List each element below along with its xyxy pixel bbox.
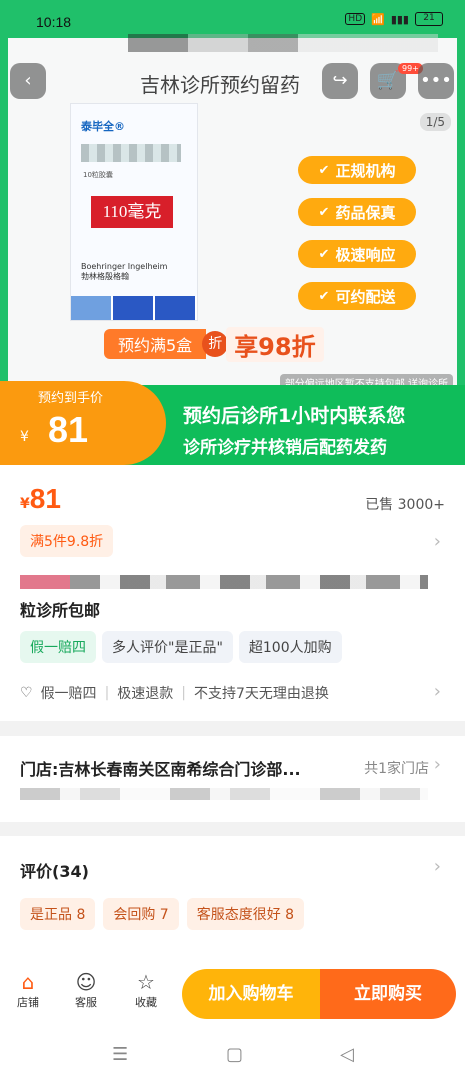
more-icon: •••: [420, 70, 452, 91]
reviews-card[interactable]: 评价(34) › 是正品 8 会回购 7 客服态度很好 8: [0, 836, 465, 966]
blurred-drug-name: [81, 144, 181, 162]
shop-icon: ⌂: [21, 970, 35, 994]
check-icon: ✔: [318, 162, 330, 178]
store-count: 共1家门店: [364, 761, 429, 777]
service-button[interactable]: ☺ 客服: [66, 970, 106, 1010]
gallery-pager: 1/5: [419, 113, 451, 131]
chat-icon: ☺: [75, 970, 97, 994]
blurred-header: [128, 34, 438, 52]
check-icon: ✔: [318, 288, 330, 304]
banner-price: 81: [48, 409, 89, 450]
reviews-title: 评价(34): [20, 862, 89, 881]
blurred-title: [20, 575, 428, 589]
coupon-badge[interactable]: 满5件9.8折: [20, 525, 114, 557]
buy-now-button[interactable]: 立即购买: [320, 969, 456, 1019]
page-title: 吉林诊所预约留药: [140, 73, 300, 97]
dose-label: 110毫克: [91, 196, 173, 228]
more-button[interactable]: •••: [418, 63, 454, 99]
menu-icon[interactable]: ☰: [112, 1044, 128, 1065]
share-button[interactable]: ↪: [322, 63, 358, 99]
pack-text: 10粒胶囊: [83, 171, 113, 179]
back-icon[interactable]: ◁: [340, 1044, 354, 1065]
review-tag[interactable]: 会回购 7: [103, 898, 179, 930]
blurred-address: [20, 788, 428, 800]
system-nav-bar: ☰ ▢ ◁: [0, 1030, 465, 1086]
pill: 多人评价"是正品": [102, 631, 233, 663]
top-nav: ‹ 吉林诊所预约留药 ↪ 🛒 99+ •••: [10, 63, 455, 99]
shop-button[interactable]: ⌂ 店铺: [8, 970, 48, 1010]
add-to-cart-button[interactable]: 加入购物车: [182, 969, 320, 1019]
feature-tags: ✔ 正规机构 ✔ 药品保真 ✔ 极速响应 ✔ 可约配送: [298, 156, 416, 324]
sold-count: 已售 3000+: [365, 497, 445, 513]
check-icon: ✔: [318, 204, 330, 220]
review-tag[interactable]: 客服态度很好 8: [186, 898, 305, 930]
promo-right: 享98折: [226, 326, 324, 362]
store-name: 门店:吉林长春南关区南希综合门诊部...: [20, 760, 301, 779]
medicine-box-image: 泰毕全® 10粒胶囊 110毫克 Boehringer Ingelheim 勃林…: [70, 103, 198, 321]
banner-line2: 诊所诊疗并核销后配药发药: [183, 438, 387, 458]
banner-line1: 预约后诊所1小时内联系您: [183, 405, 406, 427]
price-label: 预约到手价: [38, 391, 104, 406]
review-tag[interactable]: 是正品 8: [20, 898, 96, 930]
back-button[interactable]: ‹: [10, 63, 46, 99]
feature-tag: ✔ 药品保真: [298, 198, 416, 226]
product-info-card: ¥81 已售 3000+ 满5件9.8折 › 粒诊所包邮 假一赔四 多人评价"是…: [0, 465, 465, 721]
battery-icon: 21: [415, 12, 443, 26]
feature-tag: ✔ 可约配送: [298, 282, 416, 310]
product-title: 粒诊所包邮: [20, 601, 101, 620]
status-icons: HD 📶 ▮▮▮ 21: [345, 12, 443, 26]
wifi-icon: 📶: [371, 12, 385, 26]
star-icon: ☆: [137, 970, 155, 994]
home-icon[interactable]: ▢: [226, 1044, 243, 1065]
maker-logo: Boehringer Ingelheim 勃林格殷格翰: [81, 262, 168, 281]
box-stripes: [71, 296, 197, 320]
price-banner: 预约到手价 ¥ 81 预约后诊所1小时内联系您 诊所诊疗并核销后配药发药: [0, 381, 465, 465]
feature-tag: ✔ 极速响应: [298, 240, 416, 268]
guarantee-row[interactable]: ♡ 假一赔四 | 极速退款 | 不支持7天无理由退换: [20, 683, 329, 703]
chevron-right-icon[interactable]: ›: [434, 681, 441, 702]
promo-mid: 折: [202, 331, 229, 357]
bottom-action-bar: ⌂ 店铺 ☺ 客服 ☆ 收藏 加入购物车 立即购买: [0, 960, 465, 1030]
pill: 超100人加购: [238, 631, 342, 663]
status-bar: 10:18 HD 📶 ▮▮▮ 21: [0, 0, 465, 38]
product-price: ¥81: [20, 483, 61, 514]
check-icon: ✔: [318, 246, 330, 262]
highlight-pills: 假一赔四 多人评价"是正品" 超100人加购: [20, 631, 342, 663]
chevron-left-icon: ‹: [24, 70, 32, 91]
store-card[interactable]: 门店:吉林长春南关区南希综合门诊部... 共1家门店 ›: [0, 736, 465, 822]
share-icon: ↪: [332, 70, 348, 91]
price-currency: ¥: [20, 429, 29, 445]
brand-logo: 泰毕全®: [81, 120, 125, 133]
review-tags: 是正品 8 会回购 7 客服态度很好 8: [20, 898, 305, 930]
signal-icon: ▮▮▮: [390, 12, 409, 26]
heart-icon: ♡: [20, 685, 33, 701]
chevron-right-icon[interactable]: ›: [434, 856, 441, 877]
favorite-button[interactable]: ☆ 收藏: [126, 970, 166, 1010]
chevron-right-icon[interactable]: ›: [434, 754, 441, 775]
promo-strip: 预约满5盒 折 享98折: [104, 326, 324, 362]
hd-icon: HD: [345, 13, 366, 25]
feature-tag: ✔ 正规机构: [298, 156, 416, 184]
chevron-right-icon[interactable]: ›: [434, 531, 441, 552]
status-time: 10:18: [36, 14, 72, 30]
hero-area: 10:18 HD 📶 ▮▮▮ 21 ‹ 吉林诊所预约留药 ↪ 🛒 99+ •••…: [0, 0, 465, 391]
promo-left: 预约满5盒: [104, 329, 207, 359]
price-badge: 预约到手价 ¥ 81: [0, 381, 166, 465]
cart-icon: 🛒: [376, 70, 400, 91]
pill: 假一赔四: [20, 631, 96, 663]
